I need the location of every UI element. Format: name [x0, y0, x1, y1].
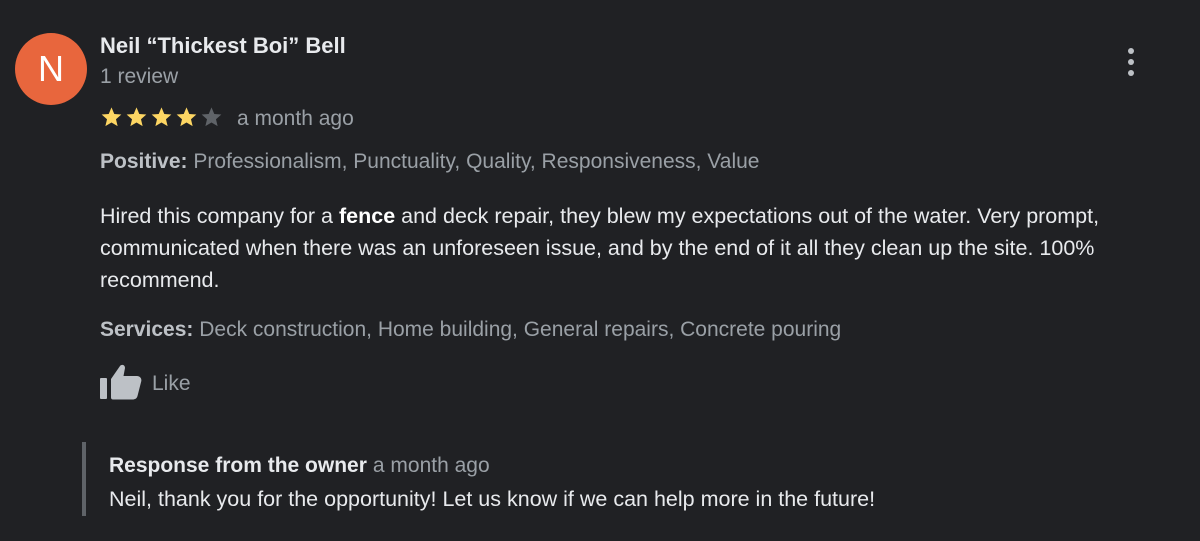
- star-rating: [100, 106, 223, 133]
- services-attributes: Services: Deck construction, Home buildi…: [100, 318, 841, 342]
- services-label: Services:: [100, 318, 194, 341]
- star-empty-icon: [200, 106, 223, 133]
- review-text: Hired this company for a fence and deck …: [100, 200, 1175, 296]
- review-date: a month ago: [237, 107, 354, 130]
- menu-dot: [1128, 48, 1134, 54]
- thumbs-up-icon: [100, 363, 142, 406]
- owner-response: Response from the owner a month ago Neil,…: [82, 442, 1176, 516]
- owner-response-header: Response from the owner a month ago: [109, 454, 490, 478]
- positive-label: Positive:: [100, 150, 188, 173]
- menu-dot: [1128, 70, 1134, 76]
- star-filled-icon: [125, 106, 148, 133]
- review-card: N Neil “Thickest Boi” Bell 1 review a mo…: [0, 0, 1200, 541]
- owner-response-title: Response from the owner: [109, 454, 367, 477]
- star-filled-icon: [150, 106, 173, 133]
- avatar[interactable]: N: [15, 33, 87, 105]
- owner-response-date: a month ago: [372, 454, 490, 477]
- review-text-start: Hired this company for a: [100, 204, 339, 228]
- reviewer-name[interactable]: Neil “Thickest Boi” Bell: [100, 33, 346, 59]
- rating-row: a month ago: [100, 104, 354, 134]
- owner-response-text: Neil, thank you for the opportunity! Let…: [109, 487, 876, 511]
- more-vertical-icon[interactable]: [1116, 44, 1146, 80]
- review-text-highlight: fence: [339, 204, 396, 228]
- positive-attributes: Positive: Professionalism, Punctuality, …: [100, 150, 759, 174]
- like-button[interactable]: Like: [100, 364, 191, 404]
- star-filled-icon: [175, 106, 198, 133]
- like-label: Like: [152, 372, 191, 395]
- positive-values: Professionalism, Punctuality, Quality, R…: [187, 150, 760, 173]
- services-values: Deck construction, Home building, Genera…: [193, 318, 842, 341]
- star-filled-icon: [100, 106, 123, 133]
- menu-dot: [1128, 59, 1134, 65]
- review-count[interactable]: 1 review: [100, 65, 178, 89]
